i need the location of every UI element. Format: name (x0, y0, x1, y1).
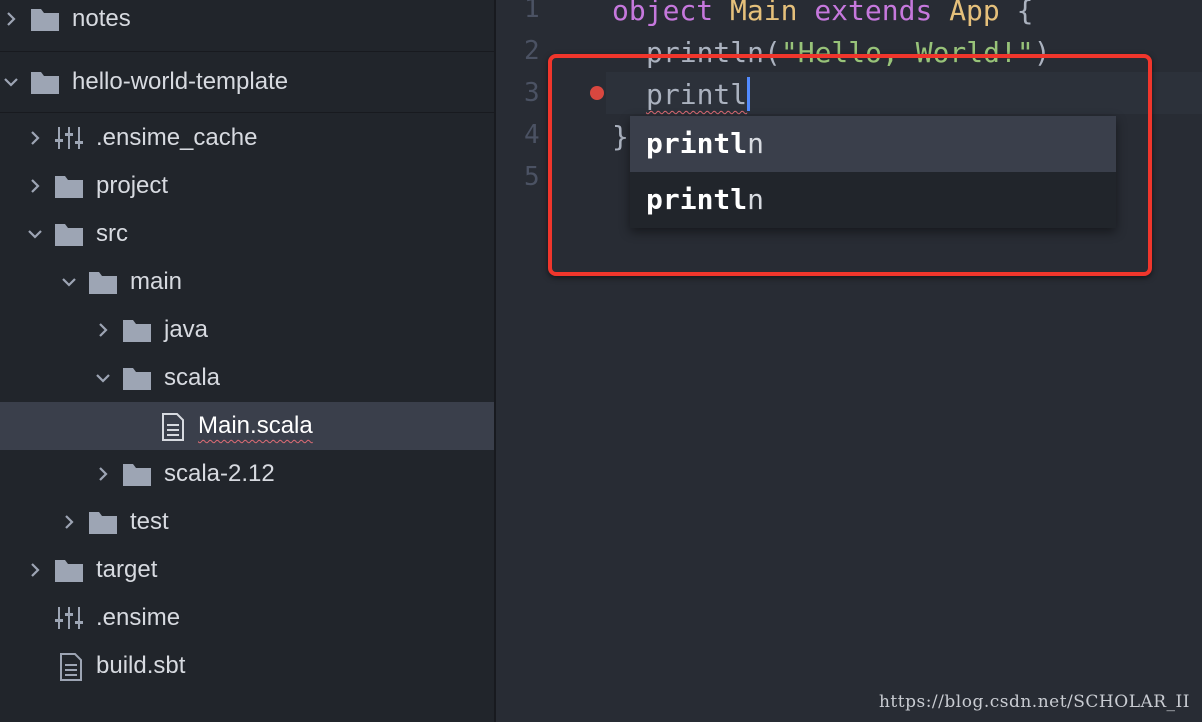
type-name: Main (730, 0, 798, 27)
tree-item-label: main (130, 268, 183, 295)
file-icon (160, 413, 186, 441)
type-name: App (949, 0, 1000, 27)
tree-item-test[interactable]: test (0, 498, 494, 546)
folder-icon (122, 365, 152, 391)
tree-item-label: scala (164, 364, 221, 391)
tree-item-label: project (96, 172, 169, 199)
folder-icon (30, 6, 60, 32)
tree-item-label: build.sbt (96, 652, 186, 679)
tree-item-label: Main.scala (198, 412, 313, 439)
chevron-right-icon[interactable] (26, 561, 44, 579)
chevron-right-icon[interactable] (60, 513, 78, 531)
tree-item-project[interactable]: project (0, 162, 494, 210)
tree-item-main-scala[interactable]: Main.scala (0, 402, 494, 450)
tree-item-build-sbt[interactable]: build.sbt (0, 642, 494, 690)
tree-item-label: target (96, 556, 158, 583)
chevron-down-icon[interactable] (26, 225, 44, 243)
line-number: 1 (524, 0, 540, 24)
brace: { (1016, 0, 1034, 27)
folder-icon (122, 461, 152, 487)
config-icon (54, 125, 84, 151)
file-icon (58, 653, 84, 681)
tree-item-label: scala-2.12 (164, 460, 275, 487)
folder-icon (88, 509, 118, 535)
chevron-down-icon[interactable] (2, 73, 20, 91)
tree-item-notes[interactable]: notes (0, 0, 494, 44)
chevron-right-icon[interactable] (2, 10, 20, 28)
tree-item-scala-2-12[interactable]: scala-2.12 (0, 450, 494, 498)
folder-icon (88, 269, 118, 295)
tree-view: notes hello-world-template .ensime_cache (0, 0, 496, 722)
annotation-highlight-box (548, 54, 1152, 276)
keyword: object (612, 0, 714, 27)
tree-item-main[interactable]: main (0, 258, 494, 306)
tree-item-label: java (164, 316, 209, 343)
chevron-down-icon[interactable] (60, 273, 78, 291)
folder-icon (54, 221, 84, 247)
chevron-right-icon[interactable] (26, 177, 44, 195)
watermark: https://blog.csdn.net/SCHOLAR_II (878, 692, 1190, 712)
tree-item-label: hello-world-template (72, 68, 289, 95)
tree-item-java[interactable]: java (0, 306, 494, 354)
chevron-right-icon[interactable] (26, 129, 44, 147)
tree-item-label: src (96, 220, 128, 247)
chevron-right-icon[interactable] (94, 321, 112, 339)
code-line-1[interactable]: object Main extends App { (612, 0, 1033, 32)
tree-item-ensime-cache[interactable]: .ensime_cache (0, 114, 494, 162)
folder-icon (122, 317, 152, 343)
folder-icon (54, 173, 84, 199)
chevron-down-icon[interactable] (94, 369, 112, 387)
tree-item-label: .ensime_cache (96, 124, 258, 151)
tree-item-label: .ensime (96, 604, 181, 631)
config-icon (54, 605, 84, 631)
tree-item-src[interactable]: src (0, 210, 494, 258)
tree-item-ensime[interactable]: .ensime (0, 594, 494, 642)
tree-item-label: notes (72, 5, 131, 32)
tree-item-hello-world-template[interactable]: hello-world-template (0, 51, 494, 113)
tree-item-target[interactable]: target (0, 546, 494, 594)
tree-item-label: test (130, 508, 169, 535)
folder-icon (54, 557, 84, 583)
keyword: extends (814, 0, 933, 27)
folder-icon (30, 69, 60, 95)
chevron-right-icon[interactable] (94, 465, 112, 483)
tree-item-scala[interactable]: scala (0, 354, 494, 402)
